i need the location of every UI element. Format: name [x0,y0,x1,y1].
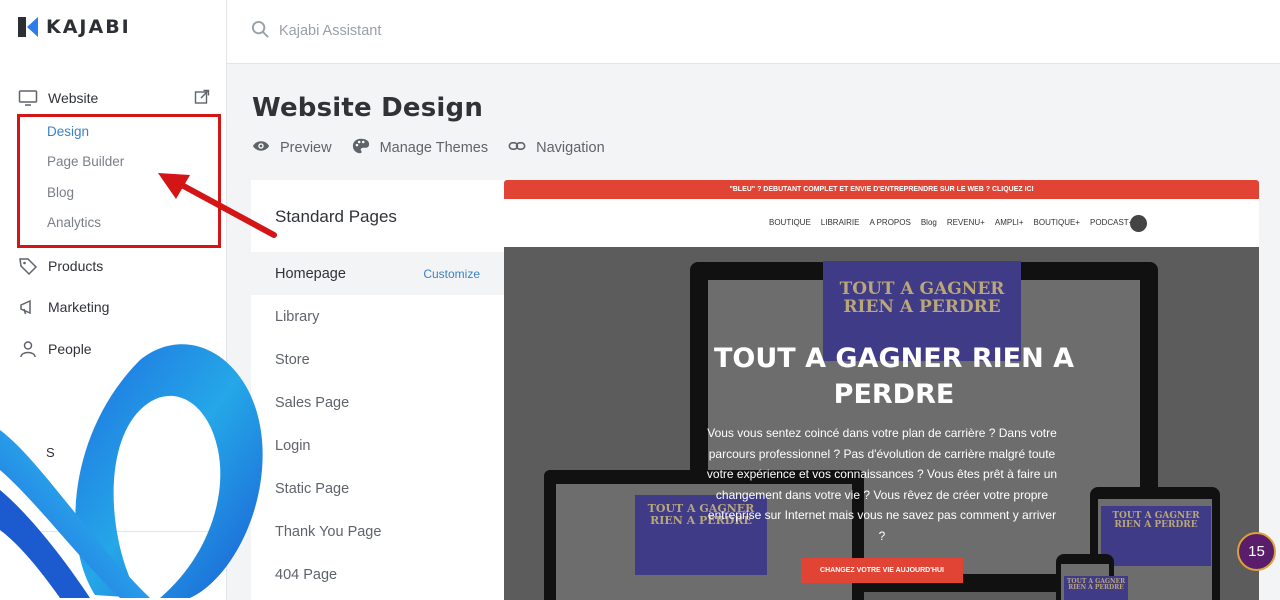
page-row-label: Sales Page [275,394,350,411]
site-nav-link[interactable]: PODCAST+ [1090,218,1133,227]
hero-cta-button[interactable]: CHANGEZ VOTRE VIE AUJOURD'HUI [801,558,963,583]
site-nav-links: BOUTIQUE LIBRAIRIE A PROPOS Blog REVENU+… [769,218,1133,227]
search-input[interactable] [279,18,679,44]
overlay-logo-graphic [0,344,263,598]
sidebar-item-label: Website [48,90,99,106]
page-row-label: Store [275,351,310,368]
kajabi-logo[interactable]: KAJABI [18,16,131,38]
eye-icon [252,137,270,159]
site-nav-link[interactable]: AMPLI+ [995,218,1024,227]
site-nav-link[interactable]: Blog [921,218,937,227]
page-row-homepage[interactable]: Homepage Customize [251,252,504,295]
megaphone-icon [18,297,38,317]
page-row-label: Library [275,308,320,325]
page-row-label: 404 Page [275,566,338,583]
manage-themes-label: Manage Themes [379,140,489,156]
site-nav-link[interactable]: LIBRAIRIE [821,218,860,227]
page-title: Website Design [252,93,484,123]
page-row-404-page[interactable]: 404 Page [251,553,504,596]
top-bar [227,0,1280,64]
page-actions: Preview Manage Themes Navigation [252,137,625,159]
customize-link[interactable]: Customize [423,267,480,281]
site-nav-link[interactable]: BOUTIQUE+ [1034,218,1080,227]
hero-text: Vous vous sentez coincé dans votre plan … [706,426,1058,543]
site-nav-link[interactable]: BOUTIQUE [769,218,811,227]
page-row-label: Thank You Page [275,523,382,540]
kajabi-logo-icon [18,17,38,37]
link-icon [508,137,526,159]
book-cover-phone: TOUT A GAGNER RIEN A PERDRE [1064,576,1128,600]
pages-heading: Standard Pages [275,207,397,226]
page-row-store[interactable]: Store [251,338,504,381]
page-row-label: Homepage [275,265,346,282]
search-icon [251,20,270,44]
sidebar-item-products[interactable]: Products [18,256,103,276]
navigation-label: Navigation [536,140,605,156]
hero-section: TOUT A GAGNER RIEN A PERDRE TOUT A GAGNE… [504,247,1259,600]
page-row-library[interactable]: Library [251,295,504,338]
sidebar-item-website[interactable]: Website [18,88,210,108]
navigation-button[interactable]: Navigation [508,137,605,159]
sidebar-item-label: Marketing [48,299,110,315]
page-row-thank-you-page[interactable]: Thank You Page [251,510,504,553]
preview-label: Preview [280,140,332,156]
red-arrow-annotation [158,173,277,238]
preview-button[interactable]: Preview [252,137,332,159]
sidebar-item-label: Products [48,258,104,274]
promo-bar[interactable]: "BLEU" ? DEBUTANT COMPLET ET ENVIE D'ENT… [504,180,1259,199]
brand-name: KAJABI [46,16,131,38]
sidebar-item-marketing[interactable]: Marketing [18,297,109,317]
palette-icon [352,137,370,159]
page-row-login[interactable]: Login [251,424,504,467]
page-row-label: Login [275,437,311,454]
page-row-static-page[interactable]: Static Page [251,467,504,510]
hero-title: TOUT A GAGNER RIEN A PERDRE [713,343,1075,410]
monitor-icon [18,88,38,108]
tag-icon [18,256,38,276]
avatar[interactable] [1130,215,1147,232]
page-row-sales-page[interactable]: Sales Page [251,381,504,424]
site-nav: BOUTIQUE LIBRAIRIE A PROPOS Blog REVENU+… [504,199,1259,247]
book-cover-tablet: TOUT A GAGNER RIEN A PERDRE [1101,506,1211,566]
page-row-label: Static Page [275,480,350,497]
site-nav-link[interactable]: A PROPOS [869,218,910,227]
manage-themes-button[interactable]: Manage Themes [352,137,489,159]
site-nav-link[interactable]: REVENU+ [947,218,985,227]
notification-badge[interactable]: 15 [1237,532,1276,571]
external-link-icon[interactable] [194,89,210,108]
standard-pages-panel: Standard Pages Homepage Customize Librar… [251,180,504,600]
website-preview[interactable]: "BLEU" ? DEBUTANT COMPLET ET ENVIE D'ENT… [504,180,1259,600]
